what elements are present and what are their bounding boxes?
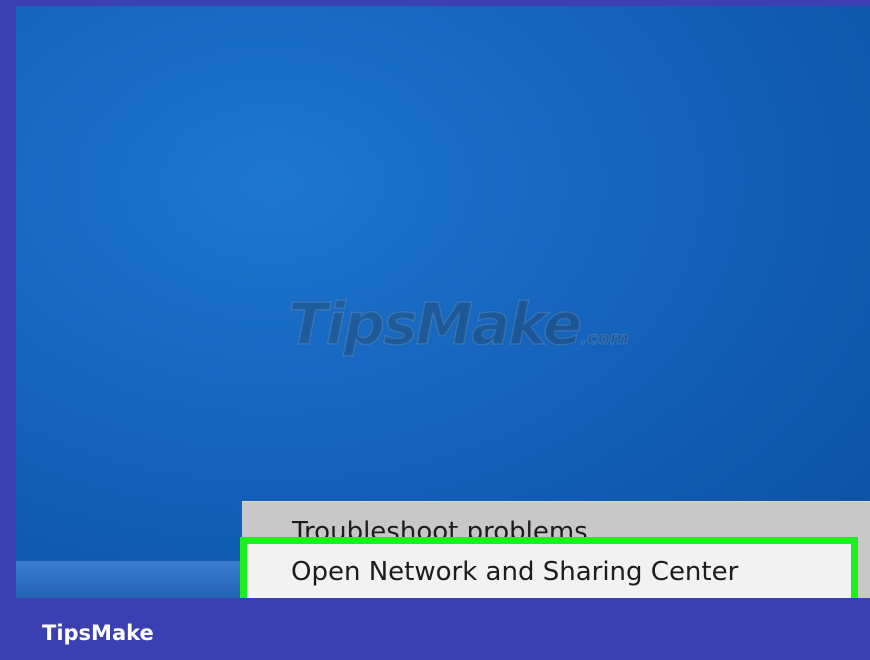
watermark-text: TipsMake (287, 289, 583, 359)
menu-item-label: Open Network and Sharing Center (291, 557, 739, 587)
footer-band: TipsMake (0, 598, 870, 660)
desktop-background[interactable]: TipsMake.com Troubleshoot problems (16, 6, 870, 598)
watermark-suffix: .com (579, 327, 629, 350)
image-frame: TipsMake.com Troubleshoot problems Open … (0, 0, 870, 660)
menu-item-open-network-sharing-center[interactable]: Open Network and Sharing Center (240, 537, 858, 605)
watermark-logo: TipsMake.com (287, 289, 629, 359)
brand-label: TipsMake (42, 621, 154, 645)
